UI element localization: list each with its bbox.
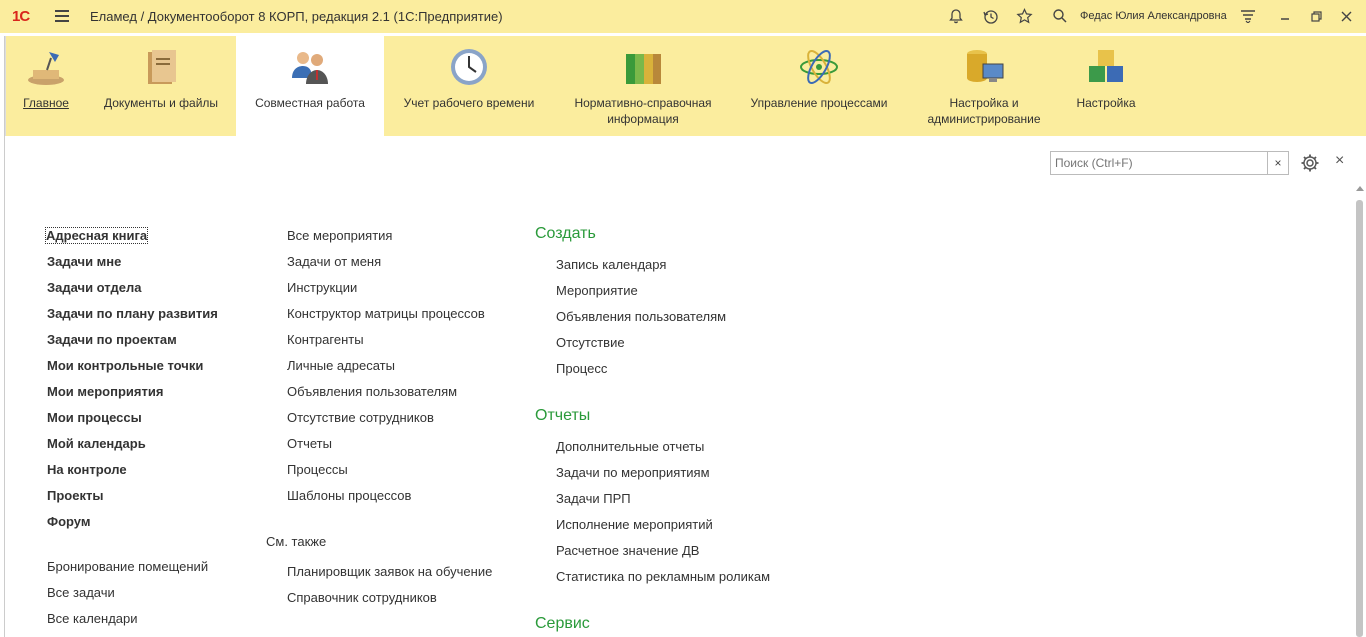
link-event-execution[interactable]: Исполнение мероприятий [556, 517, 713, 532]
link-calculated-value-dv[interactable]: Расчетное значение ДВ [556, 543, 699, 558]
link-process-matrix-designer[interactable]: Конструктор матрицы процессов [287, 306, 485, 321]
link-my-events[interactable]: Мои мероприятия [47, 384, 163, 399]
search-icon[interactable] [1050, 6, 1070, 26]
link-create-event[interactable]: Мероприятие [556, 283, 638, 298]
minimize-icon[interactable] [1275, 6, 1295, 26]
section-documents[interactable]: Документы и файлы [86, 36, 236, 136]
group-title-reports: Отчеты [535, 407, 591, 424]
section-time-tracking[interactable]: Учет рабочего времени [384, 36, 554, 136]
link-training-planner[interactable]: Планировщик заявок на обучение [287, 564, 492, 579]
link-employee-absence[interactable]: Отсутствие сотрудников [287, 410, 434, 425]
section-label: Главное [23, 96, 69, 110]
link-department-tasks[interactable]: Задачи отдела [47, 280, 141, 295]
link-personal-addressees[interactable]: Личные адресаты [287, 358, 395, 373]
link-ad-statistics[interactable]: Статистика по рекламным роликам [556, 569, 770, 584]
desk-lamp-icon [28, 52, 64, 85]
user-name[interactable]: Федас Юлия Александровна [1080, 10, 1227, 22]
link-processes[interactable]: Процессы [287, 462, 348, 477]
section-label: Нормативно-справочная информация [574, 96, 712, 126]
section-label: Совместная работа [255, 96, 365, 110]
link-additional-reports[interactable]: Дополнительные отчеты [556, 439, 704, 454]
link-event-tasks[interactable]: Задачи по мероприятиям [556, 465, 710, 480]
bell-icon[interactable] [946, 6, 966, 26]
link-room-booking[interactable]: Бронирование помещений [47, 559, 208, 574]
link-my-checkpoints[interactable]: Мои контрольные точки [47, 358, 203, 373]
section-label: Учет рабочего времени [403, 96, 535, 110]
link-counterparties[interactable]: Контрагенты [287, 332, 364, 347]
section-reference[interactable]: Нормативно-справочная информация [559, 36, 727, 136]
search-box[interactable] [1050, 151, 1268, 175]
cubes-icon [1089, 50, 1123, 82]
search-input[interactable] [1055, 156, 1255, 170]
link-development-plan-tasks[interactable]: Задачи по плану развития [47, 306, 218, 321]
title-bar: 1С Еламед / Документооборот 8 КОРП, реда… [0, 0, 1366, 33]
link-employee-directory[interactable]: Справочник сотрудников [287, 590, 437, 605]
binders-icon [626, 54, 661, 84]
scrollbar-thumb[interactable] [1356, 200, 1363, 637]
see-also-title: См. также [266, 534, 327, 549]
folder-icon [148, 50, 176, 84]
close-window-icon[interactable] [1336, 6, 1356, 26]
link-projects[interactable]: Проекты [47, 488, 103, 503]
section-home[interactable]: Главное [6, 36, 86, 136]
link-reports[interactable]: Отчеты [287, 436, 332, 451]
section-label: Настройка и администрирование [927, 96, 1041, 126]
database-computer-icon [967, 50, 1004, 82]
restore-icon[interactable] [1306, 6, 1326, 26]
menu-icon[interactable] [55, 10, 69, 22]
link-create-absence[interactable]: Отсутствие [556, 335, 625, 350]
link-my-calendar[interactable]: Мой календарь [47, 436, 146, 451]
gear-icon[interactable] [1300, 153, 1320, 173]
section-settings[interactable]: Настройка [1066, 36, 1146, 136]
group-title-create: Создать [535, 225, 596, 242]
section-label: Настройка [1076, 96, 1136, 110]
app-title: Еламед / Документооборот 8 КОРП, редакци… [90, 9, 503, 24]
history-icon[interactable] [980, 6, 1000, 26]
close-icon[interactable]: × [1335, 152, 1344, 170]
sections-panel: Главное Документы и файлы Совместная раб… [5, 36, 1366, 136]
link-address-book[interactable]: Адресная книга [44, 227, 149, 244]
link-user-announcements[interactable]: Объявления пользователям [287, 384, 457, 399]
search-clear-button[interactable]: × [1268, 151, 1289, 175]
link-forum[interactable]: Форум [47, 514, 90, 529]
link-process-templates[interactable]: Шаблоны процессов [287, 488, 411, 503]
link-my-tasks[interactable]: Задачи мне [47, 254, 121, 269]
link-create-calendar-entry[interactable]: Запись календаря [556, 257, 666, 272]
star-icon[interactable] [1014, 6, 1034, 26]
section-collaboration[interactable]: Совместная работа [236, 36, 384, 136]
link-all-calendars[interactable]: Все календари [47, 611, 138, 626]
link-create-announcement[interactable]: Объявления пользователям [556, 309, 726, 324]
link-prp-tasks[interactable]: Задачи ПРП [556, 491, 631, 506]
section-label: Управление процессами [750, 96, 888, 110]
link-my-processes[interactable]: Мои процессы [47, 410, 142, 425]
link-project-tasks[interactable]: Задачи по проектам [47, 332, 177, 347]
group-title-service: Сервис [535, 615, 590, 632]
link-under-control[interactable]: На контроле [47, 462, 127, 477]
clock-icon [451, 49, 487, 85]
scroll-up-arrow[interactable] [1356, 186, 1364, 191]
1c-logo[interactable]: 1С [12, 8, 30, 25]
link-tasks-from-me[interactable]: Задачи от меня [287, 254, 381, 269]
atom-icon [800, 50, 838, 84]
users-icon [292, 52, 328, 84]
link-create-process[interactable]: Процесс [556, 361, 607, 376]
settings-lines-icon[interactable] [1238, 6, 1258, 26]
link-instructions[interactable]: Инструкции [287, 280, 357, 295]
section-processes[interactable]: Управление процессами [739, 36, 899, 136]
section-admin[interactable]: Настройка и администрирование [909, 36, 1059, 136]
link-all-tasks[interactable]: Все задачи [47, 585, 115, 600]
link-all-events[interactable]: Все мероприятия [287, 228, 392, 243]
section-label: Документы и файлы [103, 96, 219, 110]
